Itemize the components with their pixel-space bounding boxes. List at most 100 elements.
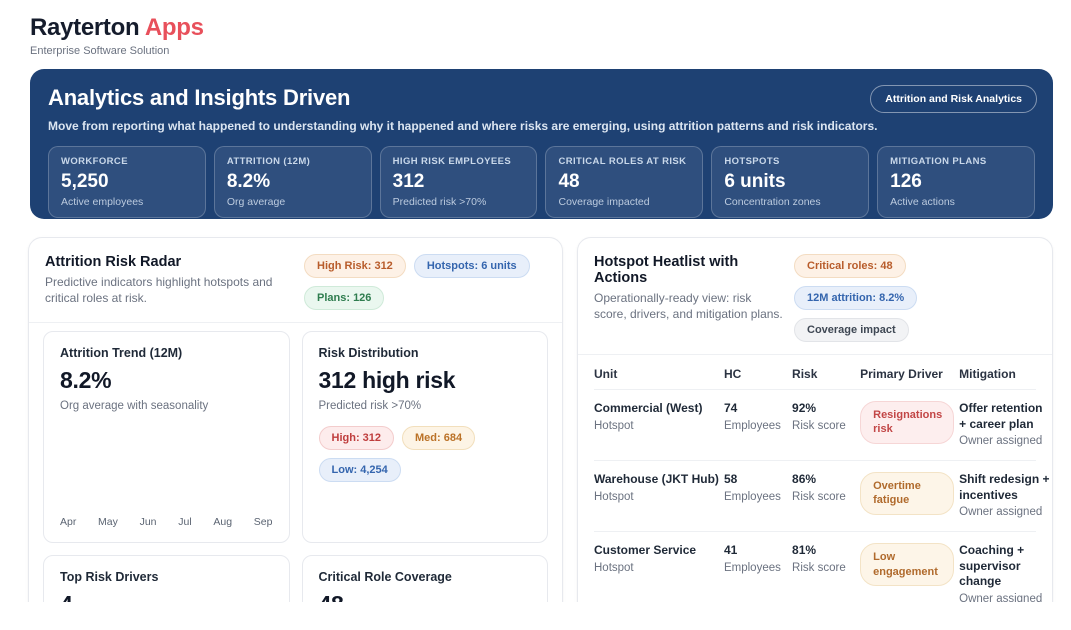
radar-badges: High Risk: 312 Hotspots: 6 units Plans: … (304, 254, 546, 310)
risk-cell: 86% Risk score (792, 472, 856, 505)
stat-value: 6 units (724, 171, 856, 193)
month-tick: Jul (178, 516, 191, 528)
hotspot-heatlist-panel: Hotspot Heatlist with Actions Operationa… (577, 237, 1053, 630)
unit-name: Customer Service (594, 543, 720, 559)
risk-value: 92% (792, 401, 856, 417)
stat-card-hotspots: HOTSPOTS 6 units Concentration zones (711, 146, 869, 218)
card-sub: Predicted risk >70% (319, 400, 532, 412)
radar-panel-title: Attrition Risk Radar (45, 254, 294, 270)
kpi-stat-row: WORKFORCE 5,250 Active employees ATTRITI… (48, 146, 1035, 218)
stat-label: HIGH RISK EMPLOYEES (393, 156, 525, 167)
risk-cell: 92% Risk score (792, 401, 856, 434)
stat-sub: Active actions (890, 196, 1022, 208)
stat-label: ATTRITION (12M) (227, 156, 359, 167)
stat-value: 5,250 (61, 171, 193, 193)
med-count-badge: Med: 684 (402, 426, 475, 450)
app-header: Rayterton Apps Enterprise Software Solut… (28, 10, 1053, 67)
month-tick: Sep (254, 516, 273, 528)
plans-badge: Plans: 126 (304, 286, 384, 310)
column-header-risk: Risk (792, 367, 856, 381)
app-title: Rayterton Apps (30, 14, 1053, 42)
stat-value: 126 (890, 171, 1022, 193)
brand-name: Rayterton (30, 14, 139, 41)
hero-banner: Analytics and Insights Driven Attrition … (30, 69, 1053, 219)
stat-card-critical-roles: CRITICAL ROLES AT RISK 48 Coverage impac… (545, 146, 703, 218)
heatlist-table: Unit HC Risk Primary Driver Mitigation C… (578, 355, 1052, 630)
heatlist-panel-header: Hotspot Heatlist with Actions Operationa… (578, 238, 1052, 354)
coverage-impact-badge: Coverage impact (794, 318, 909, 342)
trend-month-axis: Apr May Jun Jul Aug Sep (60, 516, 273, 528)
mitigation-plan: Shift redesign + incentives (959, 472, 1052, 503)
card-value: 312 high risk (319, 367, 532, 394)
low-count-badge: Low: 4,254 (319, 458, 401, 482)
stat-label: WORKFORCE (61, 156, 193, 167)
stat-sub: Coverage impacted (558, 196, 690, 208)
hc-cell: 58 Employees (724, 472, 788, 505)
unit-name: Warehouse (JKT Hub) (594, 472, 720, 488)
stat-value: 8.2% (227, 171, 359, 193)
mitigation-owner: Owner assigned (959, 505, 1052, 520)
stat-label: HOTSPOTS (724, 156, 856, 167)
month-tick: Jun (140, 516, 157, 528)
attrition-risk-analytics-button[interactable]: Attrition and Risk Analytics (870, 85, 1037, 113)
month-tick: Aug (213, 516, 232, 528)
stat-value: 48 (558, 171, 690, 193)
stat-sub: Predicted risk >70% (393, 196, 525, 208)
hc-cell: 41 Employees (724, 543, 788, 576)
hc-sub: Employees (724, 419, 788, 434)
brand-name-accent: Apps (145, 14, 204, 41)
card-value: 8.2% (60, 367, 273, 394)
risk-distribution-card: Risk Distribution 312 high risk Predicte… (302, 331, 549, 543)
stat-sub: Concentration zones (724, 196, 856, 208)
stat-value: 312 (393, 171, 525, 193)
risk-sub: Risk score (792, 419, 856, 434)
unit-cell: Customer Service Hotspot (594, 543, 720, 576)
attrition-12m-badge: 12M attrition: 8.2% (794, 286, 917, 310)
hotspots-badge: Hotspots: 6 units (414, 254, 530, 278)
unit-sub: Hotspot (594, 419, 720, 434)
heatlist-badges: Critical roles: 48 12M attrition: 8.2% C… (794, 254, 1036, 342)
hc-value: 74 (724, 401, 788, 417)
unit-cell: Warehouse (JKT Hub) Hotspot (594, 472, 720, 505)
card-title: Risk Distribution (319, 346, 532, 360)
column-header-unit: Unit (594, 367, 720, 381)
mitigation-owner: Owner assigned (959, 434, 1052, 449)
dashboard-page: Rayterton Apps Enterprise Software Solut… (0, 0, 1071, 630)
attrition-trend-card: Attrition Trend (12M) 8.2% Org average w… (43, 331, 290, 543)
attrition-risk-radar-panel: Attrition Risk Radar Predictive indicato… (28, 237, 563, 630)
mitigation-cell: Coaching + supervisor change Owner assig… (959, 543, 1052, 607)
stat-card-workforce: WORKFORCE 5,250 Active employees (48, 146, 206, 218)
card-sub: Org average with seasonality (60, 400, 273, 412)
hc-sub: Employees (724, 561, 788, 576)
high-risk-badge: High Risk: 312 (304, 254, 406, 278)
driver-cell: Resignations risk (860, 401, 955, 444)
critical-roles-badge: Critical roles: 48 (794, 254, 906, 278)
table-row: Commercial (West) Hotspot 74 Employees 9… (594, 390, 1036, 461)
panels-row: Attrition Risk Radar Predictive indicato… (28, 237, 1053, 630)
column-header-primary-driver: Primary Driver (860, 367, 955, 381)
driver-cell: Overtime fatigue (860, 472, 955, 515)
risk-sub: Risk score (792, 561, 856, 576)
radar-panel-subtitle: Predictive indicators highlight hotspots… (45, 274, 294, 306)
table-header-row: Unit HC Risk Primary Driver Mitigation (594, 355, 1036, 390)
primary-driver-pill: Resignations risk (860, 401, 954, 444)
risk-cell: 81% Risk score (792, 543, 856, 576)
driver-cell: Low engagement (860, 543, 955, 586)
month-tick: May (98, 516, 118, 528)
column-header-hc: HC (724, 367, 788, 381)
high-count-badge: High: 312 (319, 426, 395, 450)
mitigation-plan: Coaching + supervisor change (959, 543, 1052, 590)
card-title: Top Risk Drivers (60, 570, 273, 584)
column-header-mitigation: Mitigation (959, 367, 1052, 381)
hero-subtitle: Move from reporting what happened to und… (48, 119, 1035, 133)
unit-sub: Hotspot (594, 490, 720, 505)
stat-label: CRITICAL ROLES AT RISK (558, 156, 690, 167)
stat-card-mitigation-plans: MITIGATION PLANS 126 Active actions (877, 146, 1035, 218)
stat-label: MITIGATION PLANS (890, 156, 1022, 167)
stat-sub: Active employees (61, 196, 193, 208)
unit-name: Commercial (West) (594, 401, 720, 417)
stat-card-high-risk-employees: HIGH RISK EMPLOYEES 312 Predicted risk >… (380, 146, 538, 218)
hc-value: 58 (724, 472, 788, 488)
unit-sub: Hotspot (594, 561, 720, 576)
radar-card-grid: Attrition Trend (12M) 8.2% Org average w… (29, 323, 562, 630)
